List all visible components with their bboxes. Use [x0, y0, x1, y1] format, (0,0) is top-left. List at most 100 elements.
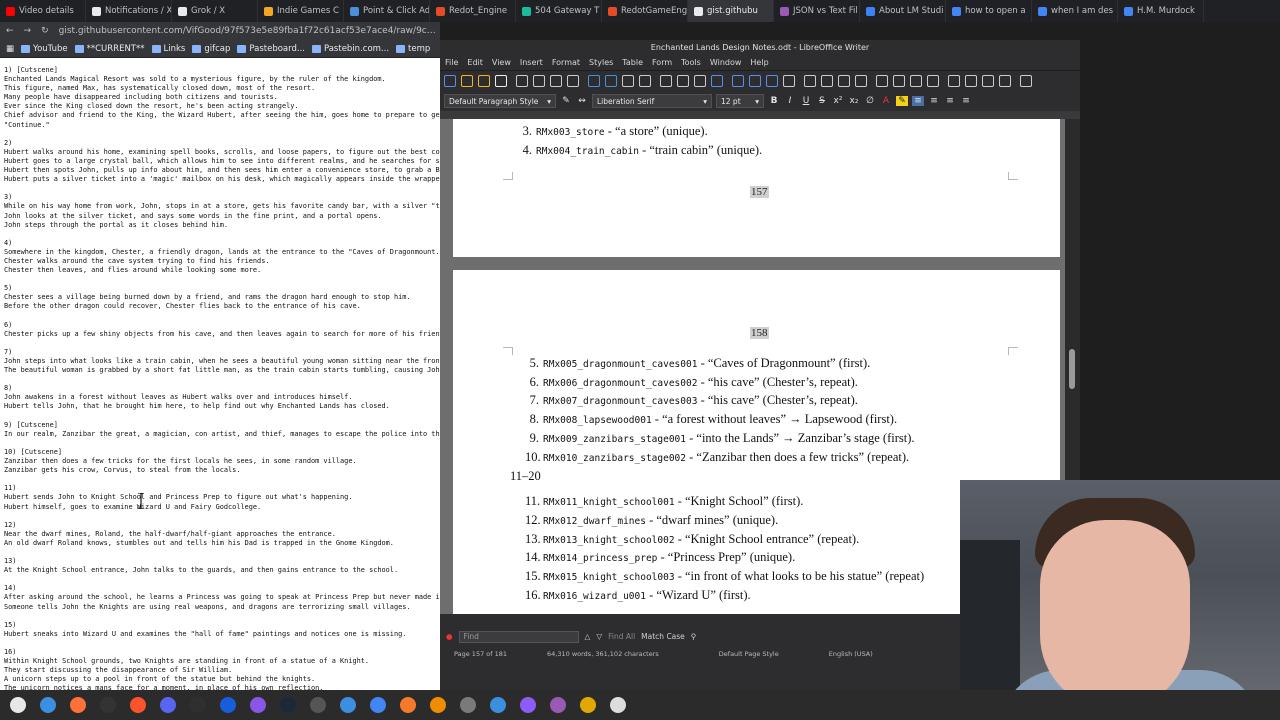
menu-item[interactable]: Tools [681, 58, 701, 67]
open-icon[interactable] [461, 75, 473, 87]
github-icon[interactable] [516, 693, 540, 717]
font-size-select[interactable]: 12 pt ▾ [716, 94, 764, 108]
sidebar-icon[interactable] [999, 75, 1011, 87]
bookmark-icon[interactable] [893, 75, 905, 87]
image-icon[interactable] [732, 75, 744, 87]
shapes-icon[interactable] [982, 75, 994, 87]
word-count-status[interactable]: 64,310 words, 361,102 characters [547, 650, 659, 658]
line-icon[interactable] [965, 75, 977, 87]
text-editor-icon[interactable] [456, 693, 480, 717]
special-char-icon[interactable] [821, 75, 833, 87]
clear-format-icon[interactable]: ∅ [864, 96, 876, 106]
find-previous-icon[interactable]: △ [585, 632, 591, 641]
menu-item[interactable]: Insert [520, 58, 543, 67]
back-icon[interactable]: ← [6, 26, 14, 36]
browser-tab[interactable]: 504 Gateway T [516, 0, 602, 22]
match-case-checkbox[interactable]: Match Case [641, 632, 685, 641]
justify-icon[interactable]: ≡ [960, 96, 972, 106]
chart-icon[interactable] [749, 75, 761, 87]
font-name-select[interactable]: Liberation Serif ▾ [592, 94, 712, 108]
menu-item[interactable]: Format [552, 58, 580, 67]
notes-icon[interactable] [546, 693, 570, 717]
formatting-marks-icon[interactable] [694, 75, 706, 87]
bookmark-item[interactable]: Pastebin.com... [311, 44, 389, 54]
find-input[interactable]: Find [458, 630, 579, 643]
field-icon[interactable] [804, 75, 816, 87]
brave-icon[interactable] [126, 693, 150, 717]
browser-tab[interactable]: JSON vs Text Fil [774, 0, 860, 22]
writer-icon[interactable] [486, 693, 510, 717]
track-changes-icon[interactable] [948, 75, 960, 87]
forward-icon[interactable]: → [24, 26, 32, 36]
reload-icon[interactable]: ↻ [41, 26, 49, 36]
subscript-icon[interactable]: x₂ [848, 96, 860, 106]
clone-format-icon[interactable]: ↭ [576, 96, 588, 106]
browser-tab[interactable]: Grok / X [172, 0, 258, 22]
browser-tab[interactable]: how to open a [946, 0, 1032, 22]
browser-tab[interactable]: Notifications / X [86, 0, 172, 22]
cross-ref-icon[interactable] [910, 75, 922, 87]
page-style-status[interactable]: Default Page Style [719, 650, 779, 658]
underline-icon[interactable]: U [800, 96, 812, 106]
align-center-icon[interactable]: ≡ [928, 96, 940, 106]
menu-item[interactable]: Help [750, 58, 768, 67]
close-find-icon[interactable]: ● [446, 632, 453, 641]
menu-item[interactable]: File [445, 58, 458, 67]
browser-tab[interactable]: when I am des [1032, 0, 1118, 22]
italic-icon[interactable]: I [784, 96, 796, 106]
terminal-icon[interactable] [96, 693, 120, 717]
discord-icon[interactable] [156, 693, 180, 717]
paste-icon[interactable] [588, 75, 600, 87]
textbox-icon[interactable] [766, 75, 778, 87]
file-manager-icon[interactable] [36, 693, 60, 717]
comment-icon[interactable] [927, 75, 939, 87]
settings-icon[interactable] [576, 693, 600, 717]
print-icon[interactable] [516, 75, 528, 87]
url-text[interactable]: gist.githubusercontent.com/VifGood/97f57… [59, 26, 439, 36]
firefox-icon[interactable] [66, 693, 90, 717]
cut-icon[interactable] [550, 75, 562, 87]
menu-item[interactable]: Form [652, 58, 672, 67]
horizontal-ruler[interactable] [440, 111, 1080, 119]
clone-icon[interactable] [605, 75, 617, 87]
copy-icon[interactable] [567, 75, 579, 87]
start-menu-icon[interactable] [6, 693, 30, 717]
more-icon[interactable] [1020, 75, 1032, 87]
redo-icon[interactable] [639, 75, 651, 87]
find-replace-icon[interactable]: ⚲ [691, 632, 697, 641]
browser-tab[interactable]: RedotGameEng [602, 0, 688, 22]
strikethrough-icon[interactable]: S [816, 96, 828, 106]
find-next-icon[interactable]: ▽ [596, 632, 602, 641]
menu-item[interactable]: Table [622, 58, 643, 67]
superscript-icon[interactable]: x² [832, 96, 844, 106]
bookmark-item[interactable]: temp [396, 44, 430, 54]
new-icon[interactable] [444, 75, 456, 87]
find-replace-icon[interactable] [660, 75, 672, 87]
menu-item[interactable]: Edit [467, 58, 483, 67]
bookmark-item[interactable]: YouTube [21, 44, 68, 54]
blender-icon[interactable] [396, 693, 420, 717]
export-pdf-icon[interactable] [495, 75, 507, 87]
page-break-icon[interactable] [783, 75, 795, 87]
menu-item[interactable]: Window [710, 58, 742, 67]
menu-item[interactable]: View [492, 58, 511, 67]
save-icon[interactable] [478, 75, 490, 87]
bookmark-item[interactable]: gifcap [192, 44, 230, 54]
browser-tab[interactable]: Point & Click Ad [344, 0, 430, 22]
browser-tab[interactable]: Indie Games C [258, 0, 344, 22]
browser-tab[interactable]: Redot_Engine [430, 0, 516, 22]
media-player-icon[interactable] [426, 693, 450, 717]
scroll-thumb[interactable] [1069, 349, 1075, 389]
bookmark-item[interactable]: **CURRENT** [74, 44, 145, 54]
steam-icon[interactable] [276, 693, 300, 717]
page-count-status[interactable]: Page 157 of 181 [454, 650, 507, 658]
bold-icon[interactable]: B [768, 96, 780, 106]
menu-item[interactable]: Styles [589, 58, 613, 67]
github-desktop-icon[interactable] [246, 693, 270, 717]
browser-tab[interactable]: H.M. Murdock [1118, 0, 1204, 22]
endnote-icon[interactable] [876, 75, 888, 87]
align-left-icon[interactable]: ≡ [912, 96, 924, 106]
hyperlink-icon[interactable] [838, 75, 850, 87]
system-settings-icon[interactable] [606, 693, 630, 717]
screenshot-icon[interactable] [336, 693, 360, 717]
